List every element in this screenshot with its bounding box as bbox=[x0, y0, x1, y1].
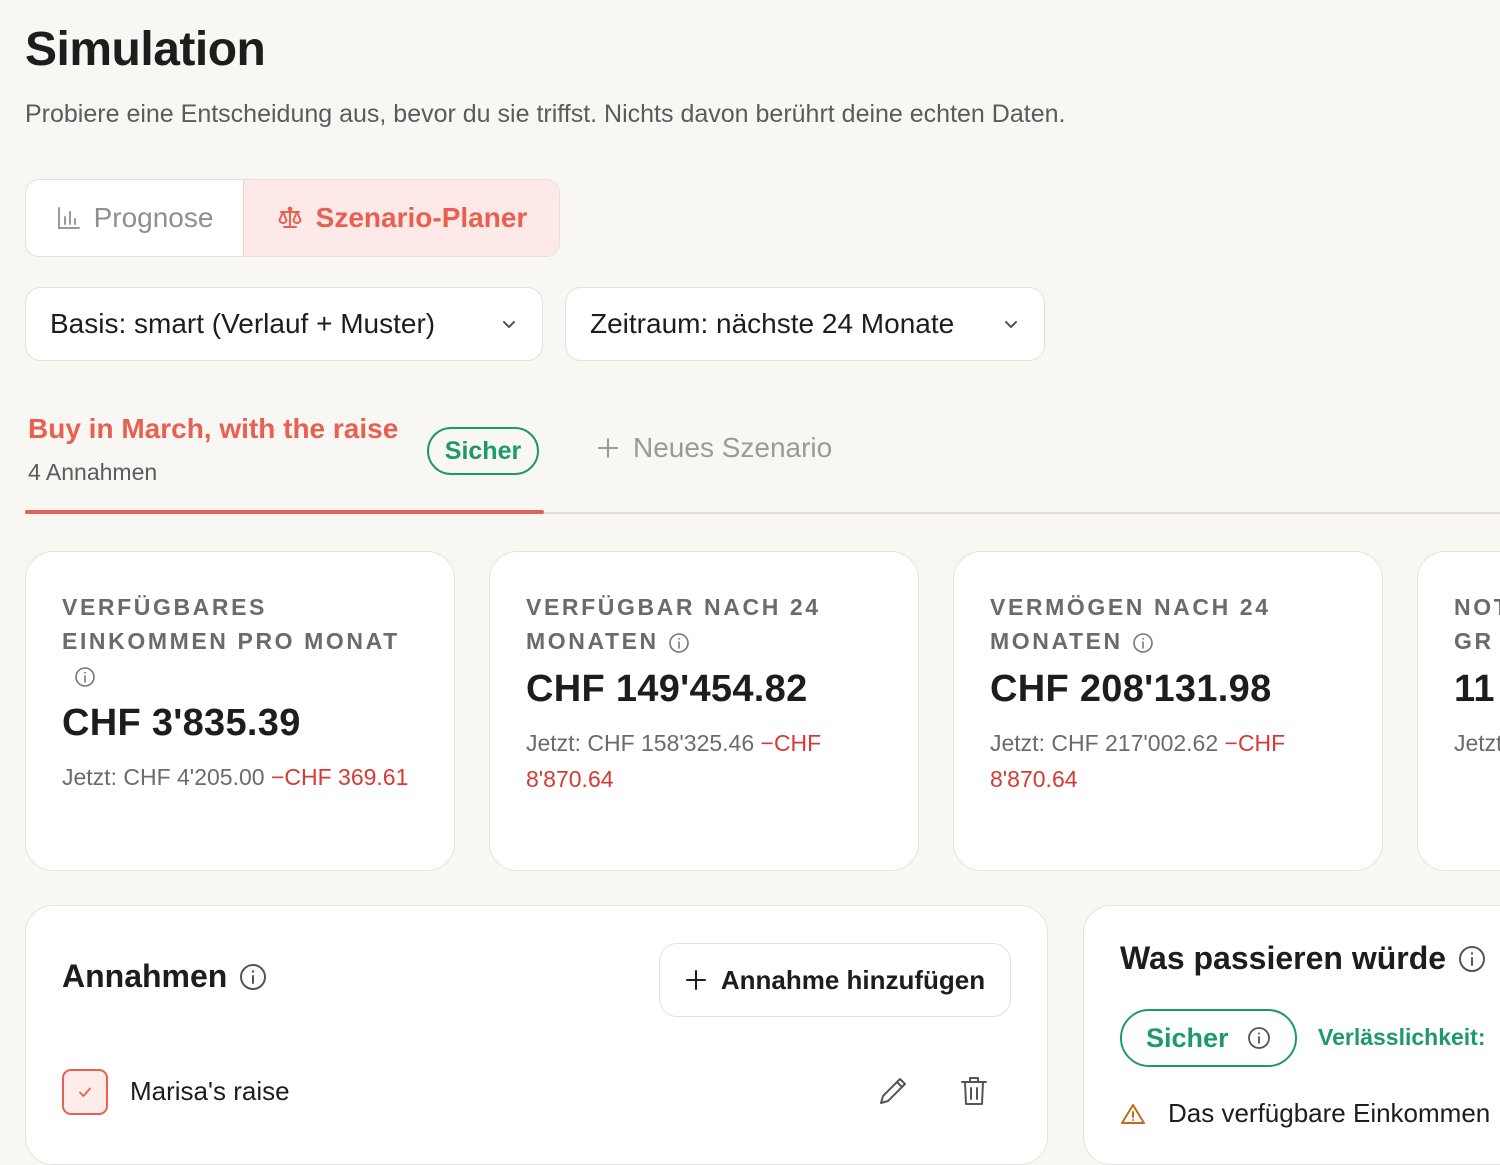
kpi-card-available-24m: Verfügbar nach 24 Monaten CHF 149'454.82… bbox=[489, 551, 919, 871]
tab-szenario-planer-label: Szenario-Planer bbox=[315, 202, 528, 233]
kpi-delta: −CHF 369.61 bbox=[270, 764, 409, 790]
reliability-label: Verlässlichkeit: bbox=[1318, 1024, 1486, 1050]
scenario-status-badge: Sicher bbox=[427, 427, 539, 475]
check-icon bbox=[79, 1087, 91, 1097]
tab-prognose[interactable]: Prognose bbox=[26, 180, 243, 256]
kpi-now: Jetzt: CHF 217'002.62 bbox=[990, 730, 1219, 756]
kpi-label-text: Verfügbares Einkommen pro Monat bbox=[62, 594, 400, 654]
warning-text: Das verfügbare Einkommen bbox=[1168, 1098, 1491, 1128]
outcome-title: Was passieren würde bbox=[1120, 940, 1447, 976]
page-subtitle: Probiere eine Entscheidung aus, bevor du… bbox=[25, 100, 1066, 128]
kpi-label: Verfügbar nach 24 Monaten bbox=[526, 590, 882, 658]
basis-select[interactable]: Basis: smart (Verlauf + Muster) bbox=[25, 287, 543, 361]
outcome-status-label: Sicher bbox=[1146, 1022, 1229, 1053]
new-scenario-button[interactable]: Neues Szenario bbox=[597, 432, 832, 464]
outcome-heading: Was passieren würde bbox=[1120, 940, 1486, 977]
add-assumption-label: Annahme hinzufügen bbox=[720, 964, 986, 995]
assumption-label: Marisa's raise bbox=[130, 1076, 290, 1106]
outcome-status-badge: Sicher bbox=[1120, 1009, 1297, 1067]
kpi-now: Jetzt bbox=[1454, 730, 1500, 756]
kpi-now: Jetzt: CHF 158'325.46 bbox=[526, 730, 755, 756]
kpi-value: CHF 3'835.39 bbox=[62, 702, 301, 744]
chevron-down-icon bbox=[1005, 321, 1017, 328]
annahmen-title: Annahmen bbox=[62, 958, 228, 994]
warning-row: Das verfügbare Einkommen bbox=[1120, 1098, 1490, 1129]
tab-prognose-label: Prognose bbox=[93, 202, 214, 233]
scale-icon bbox=[278, 206, 302, 228]
zeitraum-select[interactable]: Zeitraum: nächste 24 Monate bbox=[565, 287, 1045, 361]
kpi-label: Notgroschen Punkte bbox=[1454, 594, 1500, 654]
kpi-label-text: Vermögen nach 24 Monaten bbox=[990, 594, 1271, 654]
kpi-value: CHF 208'131.98 bbox=[990, 668, 1272, 710]
info-icon[interactable] bbox=[1132, 632, 1154, 654]
kpi-compare: Jetzt: CHF 217'002.62 −CHF 8'870.64 bbox=[990, 725, 1346, 797]
tab-szenario-planer[interactable]: Szenario-Planer bbox=[243, 180, 559, 256]
view-toggle: Prognose Szenario-Planer bbox=[25, 179, 560, 257]
delete-assumption-button[interactable] bbox=[958, 1074, 990, 1113]
kpi-card-emergency-points: Notgroschen Punkte 11 Jetzt bbox=[1417, 551, 1500, 871]
info-icon[interactable] bbox=[1458, 945, 1486, 973]
trash-icon bbox=[961, 1077, 987, 1105]
scenario-tab-count: 4 Annahmen bbox=[28, 459, 158, 485]
kpi-label: Verfügbares Einkommen pro Monat bbox=[62, 590, 418, 692]
warning-icon bbox=[1121, 1103, 1145, 1124]
info-icon[interactable] bbox=[239, 963, 267, 991]
plus-icon bbox=[685, 970, 706, 990]
kpi-label: Vermögen nach 24 Monaten bbox=[990, 590, 1346, 658]
new-scenario-label: Neues Szenario bbox=[633, 432, 833, 463]
annahmen-heading: Annahmen bbox=[62, 958, 267, 995]
plus-icon bbox=[598, 438, 618, 458]
info-icon[interactable] bbox=[1247, 1026, 1271, 1050]
info-icon[interactable] bbox=[668, 632, 690, 654]
chevron-down-icon bbox=[503, 321, 515, 328]
kpi-compare: Jetzt: CHF 158'325.46 −CHF 8'870.64 bbox=[526, 725, 882, 797]
pencil-icon bbox=[880, 1078, 906, 1104]
assumption-checkbox[interactable] bbox=[62, 1069, 108, 1115]
kpi-value: CHF 149'454.82 bbox=[526, 668, 808, 710]
kpi-card-wealth-24m: Vermögen nach 24 Monaten CHF 208'131.98 … bbox=[953, 551, 1383, 871]
basis-select-value: Basis: smart (Verlauf + Muster) bbox=[50, 308, 436, 339]
kpi-compare: Jetzt: CHF 4'205.00 −CHF 369.61 bbox=[62, 759, 418, 795]
edit-assumption-button[interactable] bbox=[876, 1074, 910, 1113]
kpi-now: Jetzt: CHF 4'205.00 bbox=[62, 764, 265, 790]
kpi-value: 11 bbox=[1454, 668, 1495, 710]
scenario-tab-name[interactable]: Buy in March, with the raise bbox=[28, 413, 398, 445]
bar-chart-icon bbox=[57, 207, 80, 229]
zeitraum-select-value: Zeitraum: nächste 24 Monate bbox=[590, 308, 955, 339]
add-assumption-button[interactable]: Annahme hinzufügen bbox=[659, 943, 1011, 1017]
page-title: Simulation bbox=[25, 23, 266, 76]
info-icon[interactable] bbox=[74, 666, 96, 688]
active-tab-indicator bbox=[25, 510, 544, 514]
kpi-card-monthly-income: Verfügbares Einkommen pro Monat CHF 3'83… bbox=[25, 551, 455, 871]
